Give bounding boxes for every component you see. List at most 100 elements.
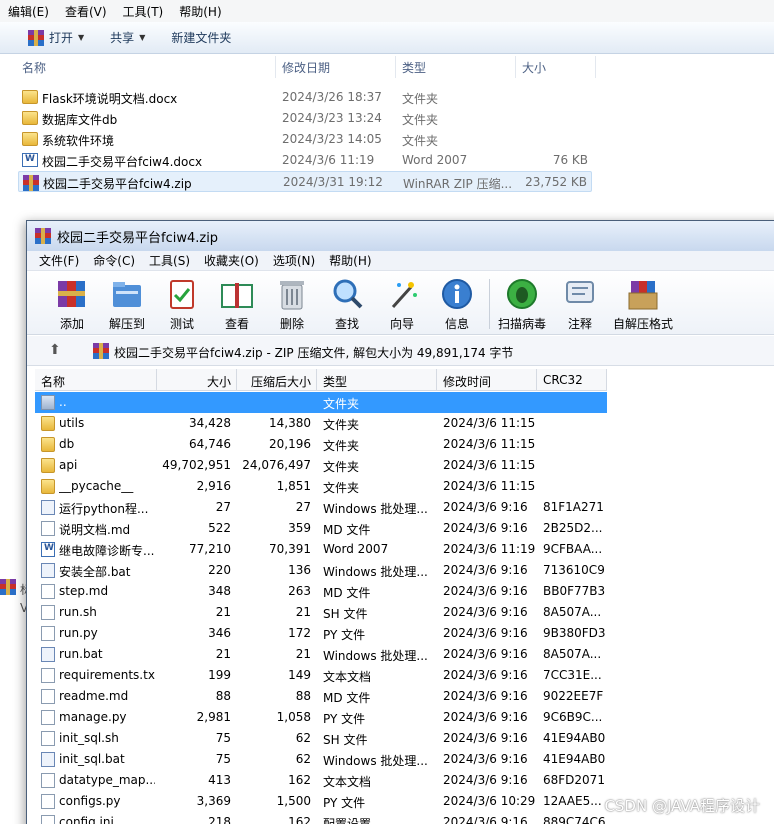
file-icon (41, 815, 55, 824)
up-arrow-icon[interactable]: ⬆ (49, 342, 61, 358)
archive-row[interactable]: datatype_map.... 413 162 文本文档 2024/3/6 9:16 6… (35, 770, 607, 791)
word-doc-icon (22, 153, 38, 167)
file-modified: 2024/3/23 14:05 (282, 132, 382, 146)
test-button[interactable]: 测试 (155, 275, 209, 333)
archive-row[interactable]: 运行python程... 27 27 Windows 批处理... 2024/3/6 9… (35, 497, 607, 518)
entry-modified: 2024/3/6 9:16 (443, 584, 528, 598)
archive-row[interactable]: configs.py 3,369 1,500 PY 文件 2024/3/6 10:29 1… (35, 791, 607, 812)
column-type[interactable]: 类型 (323, 373, 347, 390)
entry-crc: 9C6B9C... (543, 710, 603, 724)
explorer-menubar: 编辑(E) 查看(V) 工具(T) 帮助(H) (0, 0, 774, 22)
archive-row[interactable]: step.md 348 263 MD 文件 2024/3/6 9:16 BB0F77B3 (35, 581, 607, 602)
entry-modified: 2024/3/6 9:16 (443, 815, 528, 824)
entry-packed-size: 172 (288, 626, 311, 640)
file-row[interactable]: 校园二手交易平台fciw4.zip 2024/3/31 19:12 WinRAR Z… (18, 171, 592, 192)
file-row[interactable]: 数据库文件db 2024/3/23 13:24 文件夹 (18, 108, 592, 129)
archive-row[interactable]: run.py 346 172 PY 文件 2024/3/6 9:16 9B380FD3 (35, 623, 607, 644)
new-folder-button[interactable]: 新建文件夹 (171, 29, 231, 46)
archive-row[interactable]: manage.py 2,981 1,058 PY 文件 2024/3/6 9:16 9C6… (35, 707, 607, 728)
entry-packed-size: 62 (295, 752, 311, 766)
entry-type: 文件夹 (323, 460, 360, 474)
comment-button[interactable]: 注释 (553, 275, 607, 333)
archive-row[interactable]: init_sql.sh 75 62 SH 文件 2024/3/6 9:16 41E94AB… (35, 728, 607, 749)
file-row[interactable]: Flask环境说明文档.docx 2024/3/26 18:37 文件夹 (18, 87, 592, 108)
entry-modified: 2024/3/6 9:16 (443, 521, 528, 535)
menu-options[interactable]: 选项(N) (267, 252, 323, 269)
file-icon (41, 521, 55, 536)
entry-name: init_sql.bat (59, 752, 125, 766)
chevron-down-icon: ▼ (139, 33, 146, 42)
entry-modified: 2024/3/6 9:16 (443, 563, 528, 577)
archive-row[interactable]: utils 34,428 14,380 文件夹 2024/3/6 11:15 (35, 413, 607, 434)
sfx-button[interactable]: 自解压格式 (611, 275, 675, 333)
entry-packed-size: 27 (295, 500, 311, 514)
archive-row[interactable]: db 64,746 20,196 文件夹 2024/3/6 11:15 (35, 434, 607, 455)
column-size[interactable]: 大小 (522, 59, 546, 76)
winrar-toolbar: 添加 解压到 测试 查看 删除 查找 向导 信息 扫描病毒 注释 自解压格式 (27, 271, 774, 335)
share-button[interactable]: 共享 ▼ (110, 29, 145, 46)
add-button[interactable]: 添加 (45, 275, 99, 333)
window-title: 校园二手交易平台fciw4.zip (57, 230, 219, 246)
column-type[interactable]: 类型 (402, 59, 426, 76)
menu-help[interactable]: 帮助(H) (323, 252, 379, 269)
address-bar: ⬆ 校园二手交易平台fciw4.zip - ZIP 压缩文件, 解包大小为 49… (27, 336, 774, 366)
file-icon (41, 794, 55, 809)
archive-row[interactable]: init_sql.bat 75 62 Windows 批处理... 2024/3/6 9… (35, 749, 607, 770)
view-button[interactable]: 查看 (210, 275, 264, 333)
add-archive-icon (58, 281, 85, 307)
entry-crc: 9B380FD3 (543, 626, 606, 640)
entry-name: api (59, 458, 78, 472)
menu-edit[interactable]: 编辑(E) (0, 3, 57, 20)
column-packed[interactable]: 压缩后大小 (251, 373, 311, 390)
file-type: 文件夹 (402, 113, 439, 127)
file-name: 校园二手交易平台fciw4.zip (43, 177, 192, 191)
menu-view[interactable]: 查看(V) (57, 3, 115, 20)
archive-row[interactable]: readme.md 88 88 MD 文件 2024/3/6 9:16 9022EE7F (35, 686, 607, 707)
archive-row[interactable]: api 49,702,951 24,076,497 文件夹 2024/3/6 11:15 (35, 455, 607, 476)
entry-size: 413 (208, 773, 231, 787)
menu-favorites[interactable]: 收藏夹(O) (198, 252, 267, 269)
wizard-button[interactable]: 向导 (375, 275, 429, 333)
file-icon (41, 710, 55, 725)
archive-row[interactable]: __pycache__ 2,916 1,851 文件夹 2024/3/6 11:15 (35, 476, 607, 497)
column-name[interactable]: 名称 (22, 59, 46, 76)
column-size[interactable]: 大小 (207, 373, 231, 390)
column-name[interactable]: 名称 (41, 373, 65, 390)
archive-row[interactable]: run.sh 21 21 SH 文件 2024/3/6 9:16 8A507A... (35, 602, 607, 623)
entry-modified: 2024/3/6 9:16 (443, 689, 528, 703)
file-row[interactable]: 系统软件环境 2024/3/23 14:05 文件夹 (18, 129, 592, 150)
delete-button[interactable]: 删除 (265, 275, 319, 333)
archive-row[interactable]: config.ini 218 162 配置设置 2024/3/6 9:16 889C74C… (35, 812, 607, 824)
archive-row[interactable]: requirements.txt 199 149 文本文档 2024/3/6 9:16 7… (35, 665, 607, 686)
archive-row[interactable]: 安装全部.bat 220 136 Windows 批处理... 2024/3/6 9:1… (35, 560, 607, 581)
column-modified[interactable]: 修改日期 (282, 59, 330, 76)
file-name: 校园二手交易平台fciw4.docx (42, 155, 203, 169)
entry-crc: 2B25D2... (543, 521, 603, 535)
archive-row[interactable]: 继电故障诊断专... 77,210 70,391 Word 2007 2024/3/6 … (35, 539, 607, 560)
menu-tools[interactable]: 工具(S) (143, 252, 198, 269)
title-bar[interactable]: 校园二手交易平台fciw4.zip (27, 221, 774, 251)
file-size: 76 KB (552, 153, 588, 167)
entry-crc: 8A507A... (543, 605, 602, 619)
menu-help[interactable]: 帮助(H) (171, 3, 229, 20)
menu-commands[interactable]: 命令(C) (87, 252, 143, 269)
file-row[interactable]: 校园二手交易平台fciw4.docx 2024/3/6 11:19 Word 200… (18, 150, 592, 171)
archive-row[interactable]: .. 文件夹 (35, 392, 607, 413)
sfx-icon (628, 281, 658, 310)
column-modified[interactable]: 修改时间 (443, 373, 491, 390)
find-button[interactable]: 查找 (320, 275, 374, 333)
archive-row[interactable]: 说明文档.md 522 359 MD 文件 2024/3/6 9:16 2B25D2... (35, 518, 607, 539)
virus-scan-button[interactable]: 扫描病毒 (495, 275, 549, 333)
column-crc[interactable]: CRC32 (543, 373, 583, 387)
archive-row[interactable]: run.bat 21 21 Windows 批处理... 2024/3/6 9:16 8A… (35, 644, 607, 665)
entry-name: 说明文档.md (59, 523, 131, 537)
file-modified: 2024/3/31 19:12 (283, 175, 383, 189)
entry-crc: 41E94AB0 (543, 731, 606, 745)
open-button[interactable]: 打开 ▼ (28, 29, 84, 46)
extract-to-button[interactable]: 解压到 (100, 275, 154, 333)
info-button[interactable]: 信息 (430, 275, 484, 333)
menu-tools[interactable]: 工具(T) (115, 3, 172, 20)
entry-crc: 9CFBAA... (543, 542, 603, 556)
menu-file[interactable]: 文件(F) (33, 252, 87, 269)
entry-name: datatype_map.... (59, 773, 155, 787)
